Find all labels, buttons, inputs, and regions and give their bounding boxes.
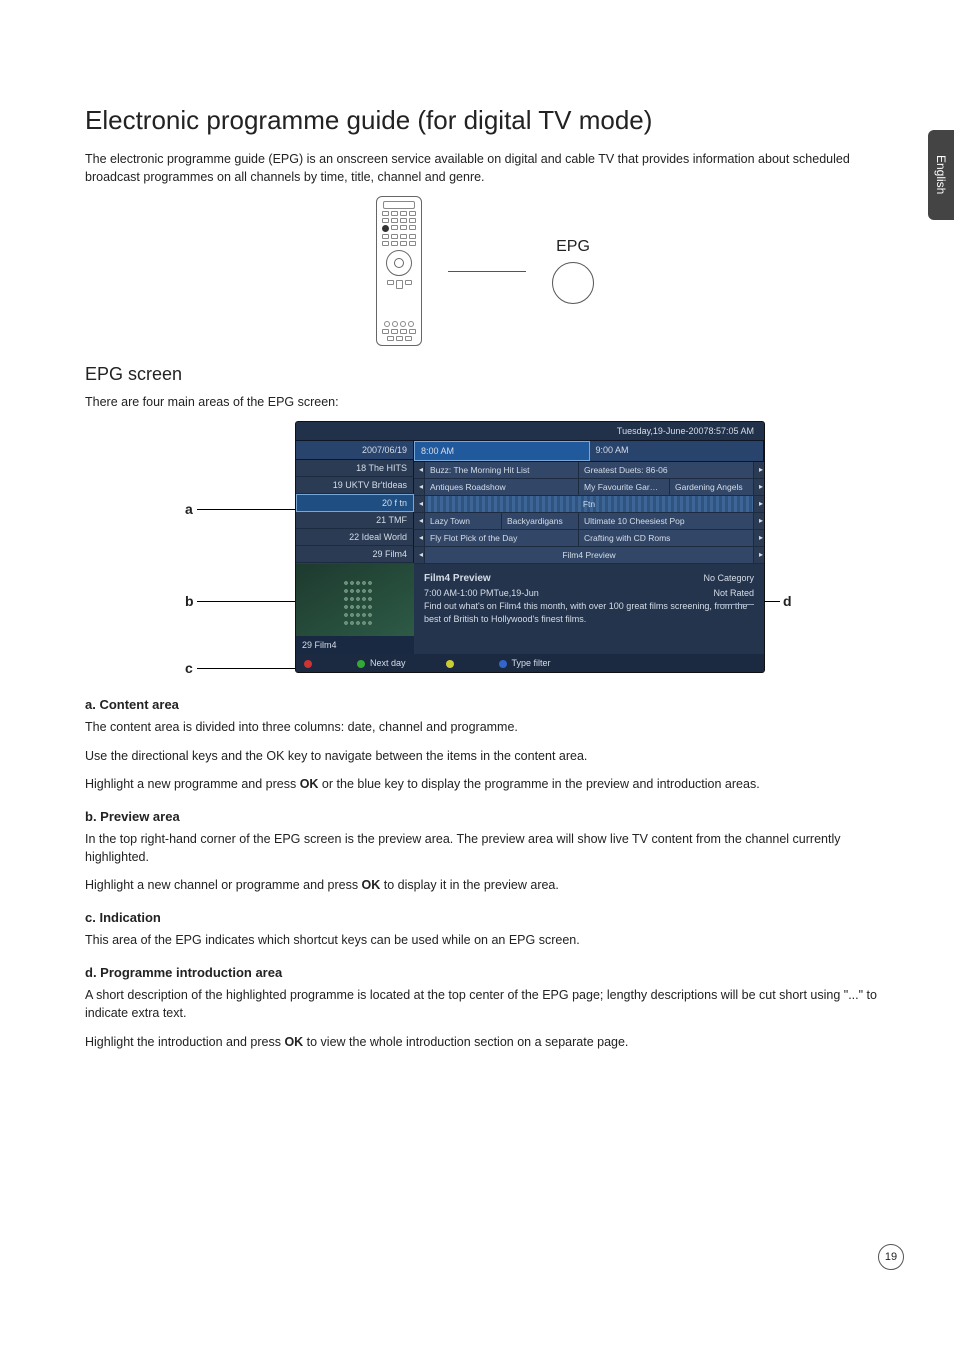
- channel-row: 29 Film4: [296, 546, 414, 563]
- time-header-0: 8:00 AM: [414, 441, 590, 461]
- callout-b: b: [185, 593, 194, 609]
- scroll-right-icon: ▸: [754, 496, 765, 512]
- epg-intro-area: No Category Not Rated Film4 Preview 7:00…: [414, 564, 764, 654]
- programme-cell: Gardening Angels: [670, 479, 754, 495]
- scroll-left-icon: ◂: [414, 462, 425, 478]
- scroll-right-icon: ▸: [754, 530, 765, 546]
- scroll-left-icon: ◂: [414, 530, 425, 546]
- remote-control-icon: [376, 196, 422, 346]
- blue-dot-icon: [499, 660, 507, 668]
- programme-cell: Backyardigans: [502, 513, 579, 529]
- epg-screenshot: a b c d Tuesday,19-June-20078:57:05 AM 2…: [165, 421, 805, 673]
- programme-cell: Greatest Duets: 86-06: [579, 462, 754, 478]
- leader-line: [448, 271, 526, 272]
- epg-screen-heading: EPG screen: [85, 364, 885, 385]
- channel-row: 21 TMF: [296, 512, 414, 529]
- remote-diagram: EPG: [85, 196, 885, 346]
- info-rating: Not Rated: [703, 587, 754, 600]
- section-a-p1: The content area is divided into three c…: [85, 718, 885, 736]
- callout-a: a: [185, 501, 193, 517]
- page-title: Electronic programme guide (for digital …: [85, 105, 885, 136]
- programme-cell: My Favourite Gar…: [579, 479, 670, 495]
- language-tab: English: [928, 130, 954, 220]
- epg-clock: Tuesday,19-June-20078:57:05 AM: [296, 422, 764, 441]
- scroll-right-icon: ▸: [754, 479, 765, 495]
- scroll-right-icon: ▸: [754, 547, 765, 563]
- type-filter-label: Type filter: [512, 658, 551, 668]
- time-header-1: 9:00 AM: [590, 441, 765, 461]
- channel-row: 19 UKTV Br'tIdeas: [296, 477, 414, 494]
- yellow-dot-icon: [446, 660, 454, 668]
- programme-cell: Fly Flot Pick of the Day: [425, 530, 579, 546]
- callout-d: d: [783, 593, 792, 609]
- section-b-p2: Highlight a new channel or programme and…: [85, 876, 885, 894]
- epg-screen-intro: There are four main areas of the EPG scr…: [85, 393, 885, 411]
- section-a-p3: Highlight a new programme and press OK o…: [85, 775, 885, 793]
- channel-row: 18 The HITS: [296, 460, 414, 477]
- next-day-label: Next day: [370, 658, 406, 668]
- preview-caption: 29 Film4: [296, 636, 414, 654]
- section-a-p2: Use the directional keys and the OK key …: [85, 747, 885, 765]
- page-number: 19: [878, 1244, 904, 1270]
- programme-cell: Buzz: The Morning Hit List: [425, 462, 579, 478]
- epg-preview-area: 29 Film4: [296, 564, 414, 654]
- remote-epg-button: [382, 225, 389, 232]
- section-c-heading: c. Indication: [85, 910, 885, 925]
- section-d-heading: d. Programme introduction area: [85, 965, 885, 980]
- programme-cell: Ultimate 10 Cheesiest Pop: [579, 513, 754, 529]
- scroll-left-icon: ◂: [414, 479, 425, 495]
- section-a-heading: a. Content area: [85, 697, 885, 712]
- info-category: No Category: [703, 572, 754, 585]
- programme-cell: Ftn: [425, 496, 754, 512]
- section-d-p2: Highlight the introduction and press OK …: [85, 1033, 885, 1051]
- section-c-p1: This area of the EPG indicates which sho…: [85, 931, 885, 949]
- green-dot-icon: [357, 660, 365, 668]
- programme-cell: Crafting with CD Roms: [579, 530, 754, 546]
- programme-cell: Antiques Roadshow: [425, 479, 579, 495]
- callout-c: c: [185, 660, 193, 676]
- scroll-left-icon: ◂: [414, 496, 425, 512]
- scroll-right-icon: ▸: [754, 513, 765, 529]
- epg-date-header: 2007/06/19: [296, 441, 414, 460]
- page-content: Electronic programme guide (for digital …: [85, 105, 885, 1061]
- scroll-left-icon: ◂: [414, 547, 425, 563]
- red-dot-icon: [304, 660, 312, 668]
- channel-row: 20 f tn: [296, 494, 414, 512]
- section-b-heading: b. Preview area: [85, 809, 885, 824]
- scroll-left-icon: ◂: [414, 513, 425, 529]
- epg-label: EPG: [556, 238, 590, 256]
- epg-indication-bar: Next day Type filter: [296, 654, 764, 672]
- channel-row: 22 Ideal World: [296, 529, 414, 546]
- preview-thumbnail: [296, 564, 414, 636]
- callout-circle-icon: [552, 262, 594, 304]
- programme-cell: Film4 Preview: [425, 547, 754, 563]
- intro-paragraph: The electronic programme guide (EPG) is …: [85, 150, 885, 186]
- section-b-p1: In the top right-hand corner of the EPG …: [85, 830, 885, 866]
- epg-callout: EPG: [552, 238, 594, 304]
- programme-cell: Lazy Town: [425, 513, 502, 529]
- scroll-right-icon: ▸: [754, 462, 765, 478]
- section-d-p1: A short description of the highlighted p…: [85, 986, 885, 1022]
